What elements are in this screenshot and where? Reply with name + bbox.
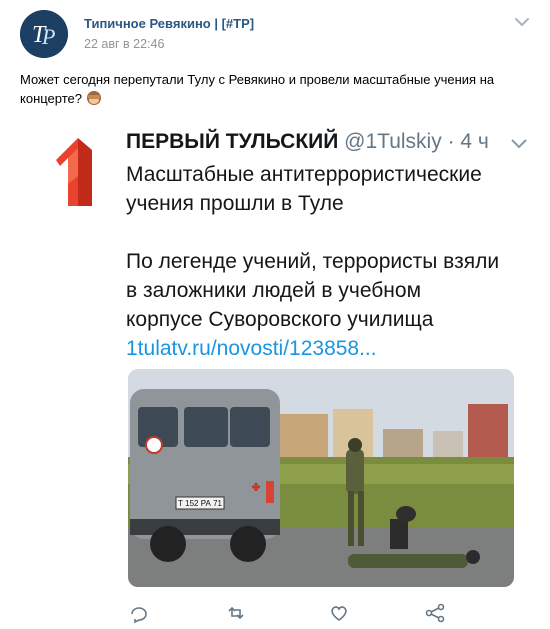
tweet-link: 1tulatv.ru/novosti/123858... bbox=[126, 337, 377, 360]
tr-logo-icon: T P bbox=[20, 10, 68, 58]
tweet-line: корпусе Суворовского училища bbox=[126, 308, 434, 331]
chevron-down-icon[interactable] bbox=[514, 16, 530, 28]
share-icon bbox=[425, 603, 445, 623]
like-heart-icon bbox=[331, 606, 347, 621]
tweet-chevron-down-icon bbox=[511, 139, 527, 149]
tweet-photo: Т 152 РА 71 bbox=[128, 369, 514, 587]
tweet-time: · 4 ч bbox=[447, 130, 489, 153]
svg-text:P: P bbox=[41, 24, 55, 49]
retweet-icon bbox=[228, 606, 244, 620]
tweet-actions bbox=[128, 602, 508, 629]
post-header: T P Типичное Ревякино | [#ТР] 22 авг в 2… bbox=[20, 10, 530, 60]
tweet-line: По легенде учений, террористы взяли bbox=[126, 250, 500, 273]
post-text: Может сегодня перепутали Тулу с Ревякино… bbox=[20, 70, 530, 108]
license-plate: Т 152 РА 71 bbox=[178, 499, 222, 508]
tweet-author-name: ПЕРВЫЙ ТУЛЬСКИЙ bbox=[126, 130, 339, 153]
post-author[interactable]: Типичное Ревякино | [#ТР] bbox=[84, 16, 254, 31]
tweet-line: учения прошли в Туле bbox=[126, 192, 344, 215]
training-exercise-photo: Т 152 РА 71 bbox=[128, 369, 514, 587]
community-avatar[interactable]: T P bbox=[20, 10, 68, 58]
reply-icon bbox=[131, 607, 147, 624]
tweet-handle: @1Tulskiy bbox=[344, 130, 442, 153]
post-date[interactable]: 22 авг в 22:46 bbox=[84, 37, 164, 51]
tweet-body: Масштабные антитеррористические учения п… bbox=[126, 160, 526, 363]
pervyi-tulskiy-logo-icon bbox=[56, 138, 92, 206]
tweet-line: Масштабные антитеррористические bbox=[126, 163, 482, 186]
tweet-header: ПЕРВЫЙ ТУЛЬСКИЙ @1Tulskiy · 4 ч bbox=[126, 130, 489, 154]
see-no-evil-monkey-icon bbox=[86, 91, 101, 105]
tweet-line: в заложники людей в учебном bbox=[126, 279, 422, 302]
